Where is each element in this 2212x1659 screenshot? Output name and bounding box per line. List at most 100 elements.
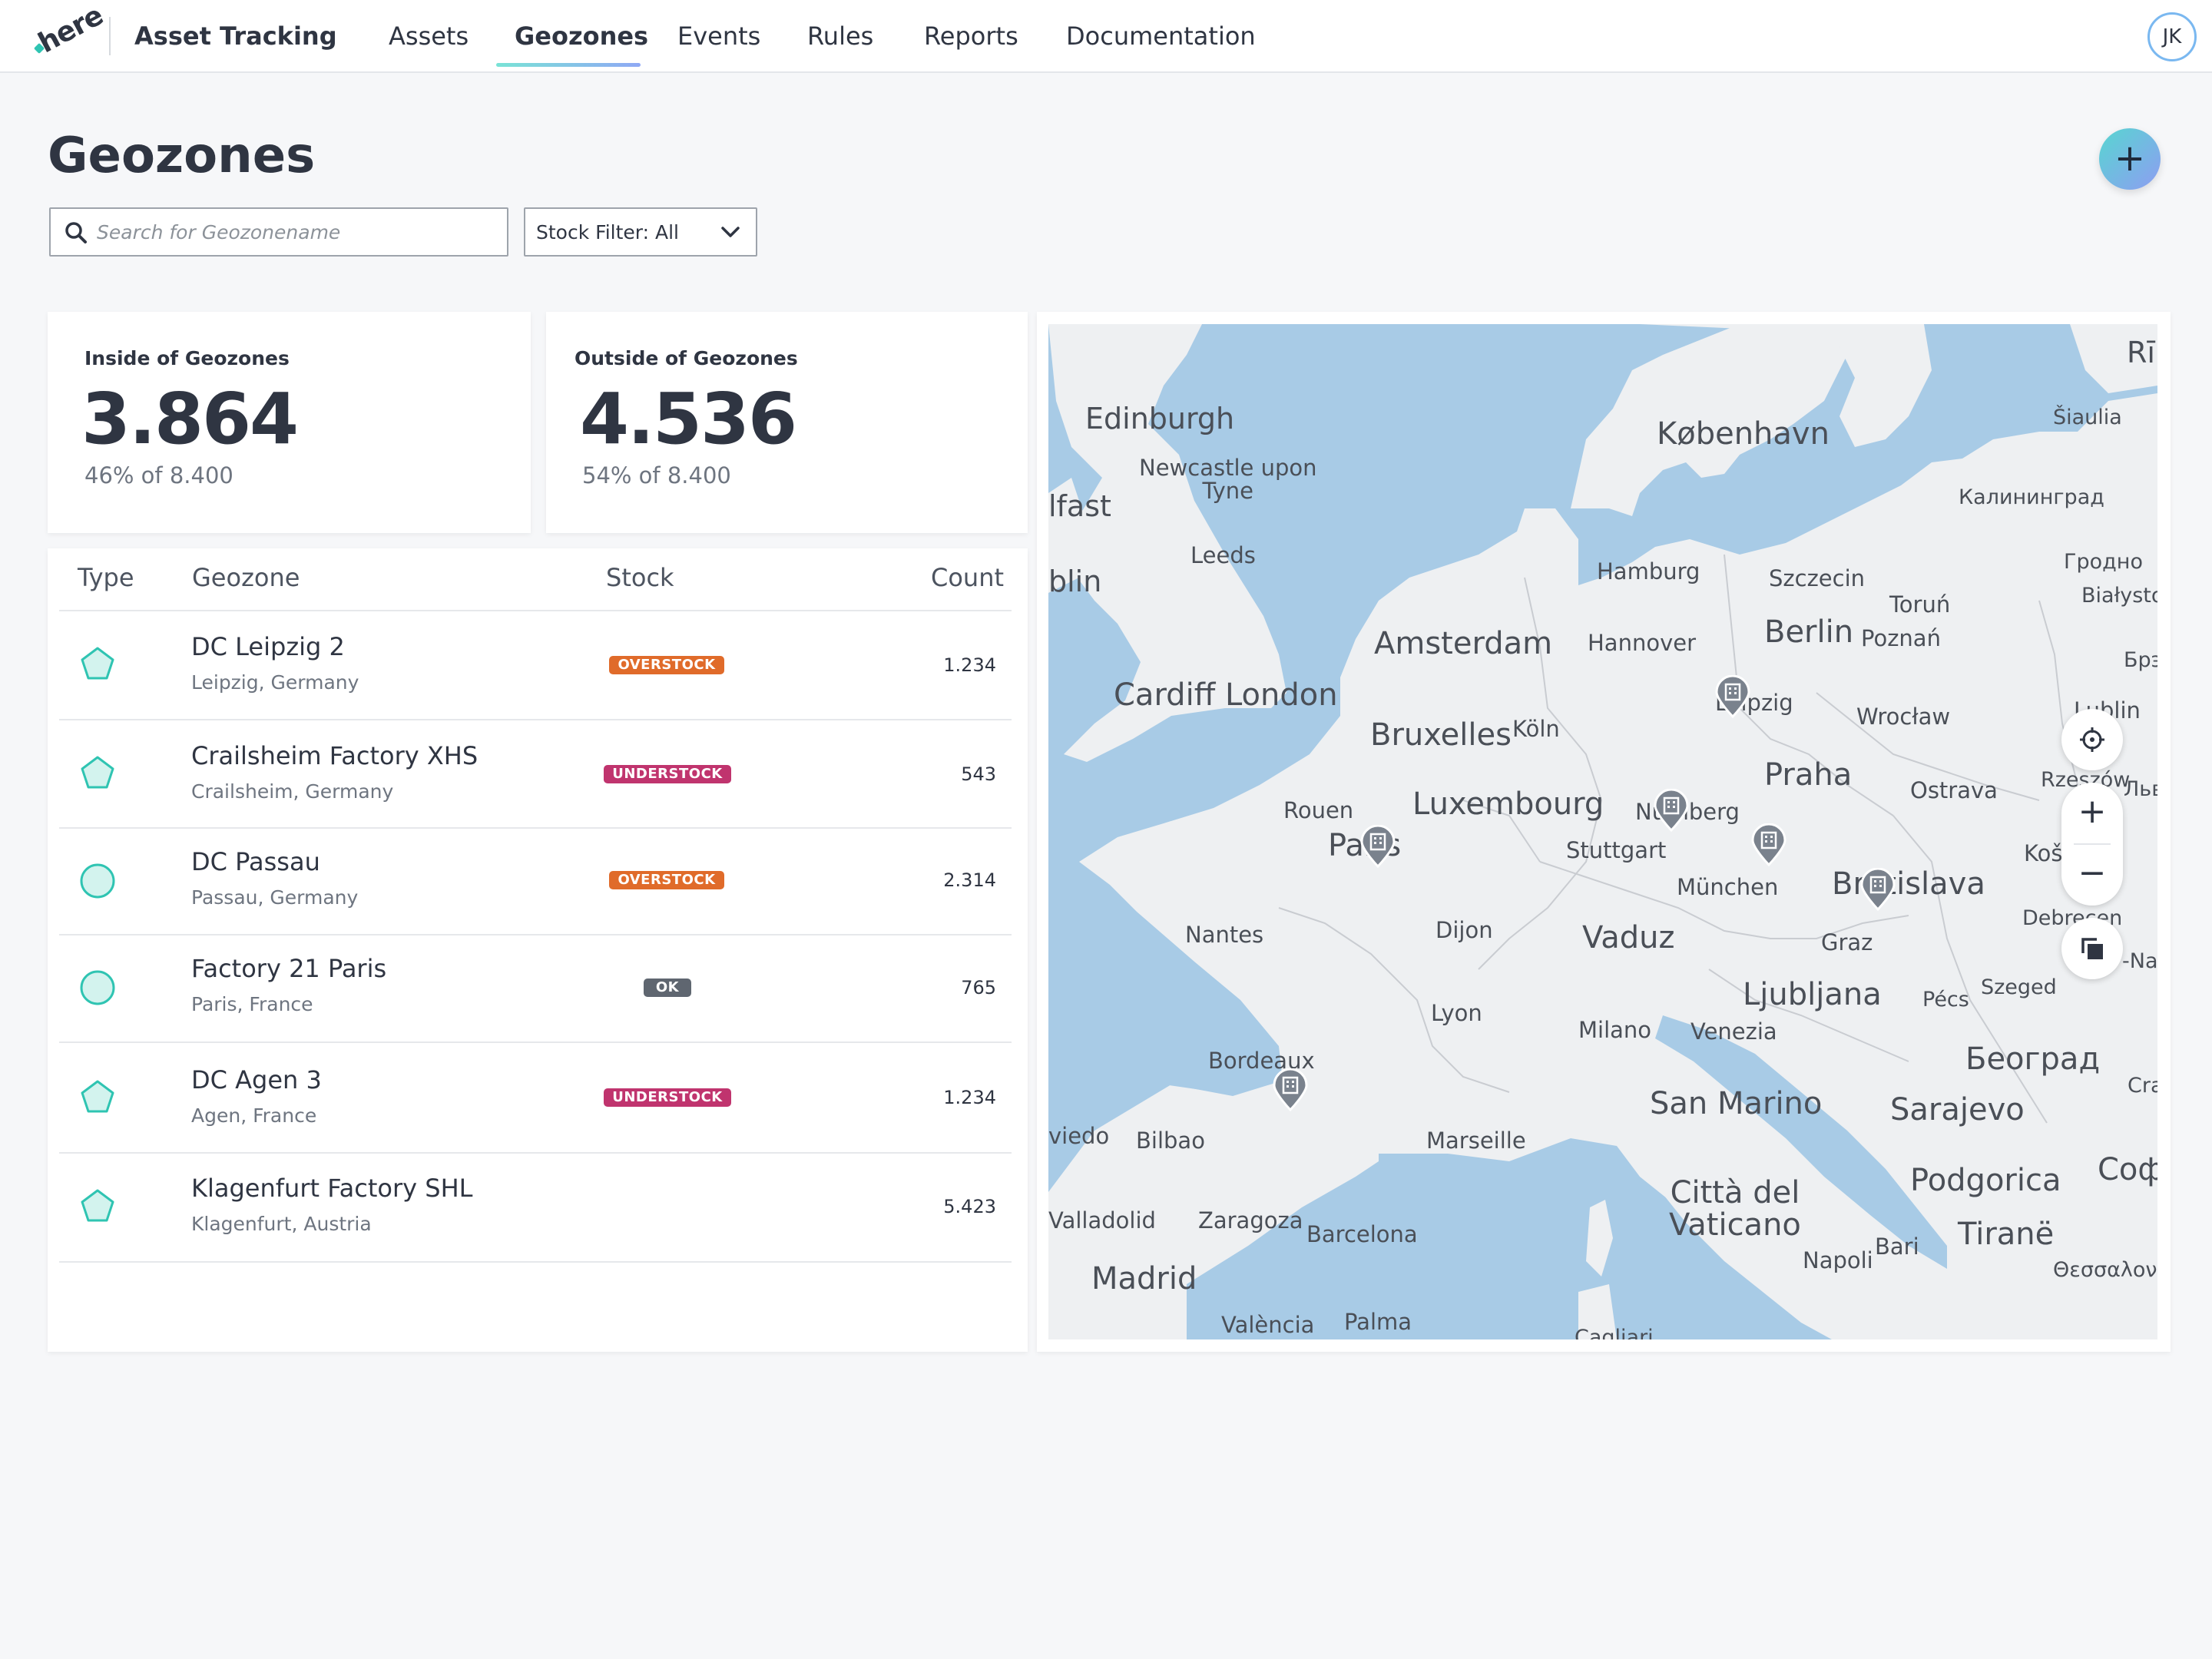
locate-me-button[interactable]: [2061, 709, 2123, 770]
table-row[interactable]: DC Leipzig 2 Leipzig, Germany OVERSTOCK …: [59, 611, 1012, 720]
zoom-out-button[interactable]: −: [2061, 844, 2123, 906]
geozone-count: 2.314: [943, 869, 996, 891]
map-label-szczecin: Szczecin: [1769, 565, 1866, 591]
tab-geozones[interactable]: Geozones: [515, 22, 648, 51]
map-label-madrid: Madrid: [1091, 1261, 1197, 1296]
geozone-count: 5.423: [943, 1196, 996, 1217]
zoom-in-button[interactable]: +: [2061, 783, 2123, 844]
geozone-name: Factory 21 Paris: [191, 954, 387, 983]
map-label-hamburg: Hamburg: [1597, 558, 1700, 584]
map-label-craiova: Craic: [2128, 1074, 2157, 1098]
map-label-koln: Köln: [1512, 716, 1560, 742]
table-row[interactable]: DC Agen 3 Agen, France UNDERSTOCK 1.234: [59, 1043, 1012, 1154]
column-header-stock[interactable]: Stock: [606, 563, 674, 592]
building-pin-icon[interactable]: [1715, 675, 1750, 718]
map-label-venezia: Venezia: [1690, 1018, 1777, 1045]
geozone-count: 543: [961, 763, 996, 785]
stock-badge-overstock: OVERSTOCK: [609, 656, 724, 674]
map-label-milano: Milano: [1578, 1017, 1652, 1043]
table-row[interactable]: Crailsheim Factory XHS Crailsheim, Germa…: [59, 720, 1012, 829]
building-pin-icon[interactable]: [1360, 825, 1396, 868]
map-label-hannover: Hannover: [1588, 630, 1697, 656]
stock-filter-label: Stock Filter: All: [536, 221, 679, 243]
map-label-cardiff-london: Cardiff London: [1114, 677, 1338, 713]
geozone-name: DC Passau: [191, 847, 320, 876]
map-layers-button[interactable]: [2061, 918, 2123, 979]
map-label-bruxelles: Bruxelles: [1370, 717, 1512, 753]
column-header-count[interactable]: Count: [931, 563, 1004, 592]
geozone-count: 765: [961, 977, 996, 998]
column-header-type[interactable]: Type: [78, 563, 134, 592]
map-label-lviv: Льв: [2124, 777, 2157, 801]
map-label-cagliari: Cagliari: [1575, 1326, 1654, 1339]
map-label-bari: Bari: [1875, 1233, 1919, 1260]
map-label-grodno: Гродно: [2064, 550, 2143, 574]
map-label-tirane: Tiranë: [1958, 1217, 2055, 1252]
stock-badge-understock: UNDERSTOCK: [604, 1088, 731, 1107]
map-label-luxembourg: Luxembourg: [1412, 786, 1604, 822]
polygon-geozone-icon: [81, 1080, 114, 1113]
map-label-sarajevo: Sarajevo: [1890, 1092, 2025, 1128]
map-label-praha: Praha: [1764, 757, 1853, 793]
map-label-leeds: Leeds: [1190, 542, 1256, 568]
stock-badge-understock: UNDERSTOCK: [604, 765, 731, 783]
map-label-valladolid: Valladolid: [1048, 1207, 1156, 1233]
kpi-card-outside: Outside of Geozones 4.536 54% of 8.400: [546, 312, 1028, 533]
stock-filter-dropdown[interactable]: Stock Filter: All: [524, 207, 757, 257]
map-label-podgorica: Podgorica: [1910, 1163, 2061, 1198]
kpi-subtext: 46% of 8.400: [84, 462, 233, 488]
add-geozone-button[interactable]: +: [2099, 128, 2161, 190]
building-pin-icon[interactable]: [1751, 823, 1786, 866]
chevron-down-icon: [721, 227, 740, 237]
map-label-thessaloniki: Θεσσαλονί: [2053, 1258, 2157, 1282]
here-logo[interactable]: here: [32, 0, 108, 60]
tab-reports[interactable]: Reports: [924, 22, 1018, 51]
building-pin-icon[interactable]: [1860, 868, 1896, 911]
kpi-value: 4.536: [580, 378, 797, 460]
map-label-beograd: Београд: [1965, 1041, 2101, 1077]
table-row[interactable]: Klagenfurt Factory SHL Klagenfurt, Austr…: [59, 1154, 1012, 1263]
kpi-label: Inside of Geozones: [84, 347, 290, 369]
geozone-name: DC Agen 3: [191, 1065, 322, 1094]
geozone-count: 1.234: [943, 654, 996, 676]
geozone-location: Crailsheim, Germany: [191, 780, 394, 803]
map-view[interactable]: Edinburgh Newcastle upon Tyne lfast blin…: [1048, 324, 2157, 1339]
building-pin-icon[interactable]: [1654, 789, 1689, 832]
table-row[interactable]: Factory 21 Paris Paris, France OK 765: [59, 935, 1012, 1043]
polygon-geozone-icon: [81, 1189, 114, 1222]
map-label-lyon: Lyon: [1431, 1000, 1482, 1026]
logo-text: here: [33, 0, 108, 60]
tab-documentation[interactable]: Documentation: [1066, 22, 1256, 51]
search-input[interactable]: [97, 214, 496, 250]
stock-badge-overstock: OVERSTOCK: [609, 871, 724, 889]
tab-events[interactable]: Events: [677, 22, 760, 51]
tab-rules[interactable]: Rules: [807, 22, 873, 51]
map-label-munchen: München: [1677, 874, 1779, 900]
map-label-kaliningrad: Калининград: [1959, 485, 2104, 509]
page-title: Geozones: [48, 127, 316, 184]
map-label-nantes: Nantes: [1185, 922, 1264, 948]
map-label-vaduz: Vaduz: [1582, 920, 1675, 955]
map-label-stuttgart: Stuttgart: [1566, 837, 1667, 863]
building-pin-icon[interactable]: [1273, 1068, 1308, 1111]
polygon-geozone-icon: [81, 756, 114, 789]
map-label-amsterdam: Amsterdam: [1374, 626, 1553, 661]
map-label-torun: Toruń: [1889, 591, 1951, 618]
layers-icon: [2081, 938, 2103, 959]
table-row[interactable]: DC Passau Passau, Germany OVERSTOCK 2.31…: [59, 829, 1012, 935]
search-field[interactable]: [49, 207, 508, 257]
map-label-edinburgh: Edinburgh: [1085, 402, 1235, 435]
map-label-dijon: Dijon: [1435, 917, 1493, 943]
map-label-newcastle: Newcastle upon Tyne: [1139, 455, 1317, 505]
map-label-siauliai: Šiaulia: [2053, 406, 2122, 429]
user-avatar[interactable]: JK: [2147, 12, 2197, 61]
map-label-vaticano: Città del Vaticano: [1669, 1175, 1801, 1243]
map-label-poznan: Poznań: [1861, 625, 1941, 651]
map-label-pecs: Pécs: [1922, 988, 1969, 1012]
circle-geozone-icon: [80, 863, 115, 899]
tab-assets[interactable]: Assets: [389, 22, 469, 51]
map-label-rouen: Rouen: [1283, 797, 1354, 823]
column-header-geozone[interactable]: Geozone: [192, 563, 300, 592]
geozone-location: Paris, France: [191, 993, 313, 1015]
map-label-zaragoza: Zaragoza: [1198, 1207, 1303, 1233]
